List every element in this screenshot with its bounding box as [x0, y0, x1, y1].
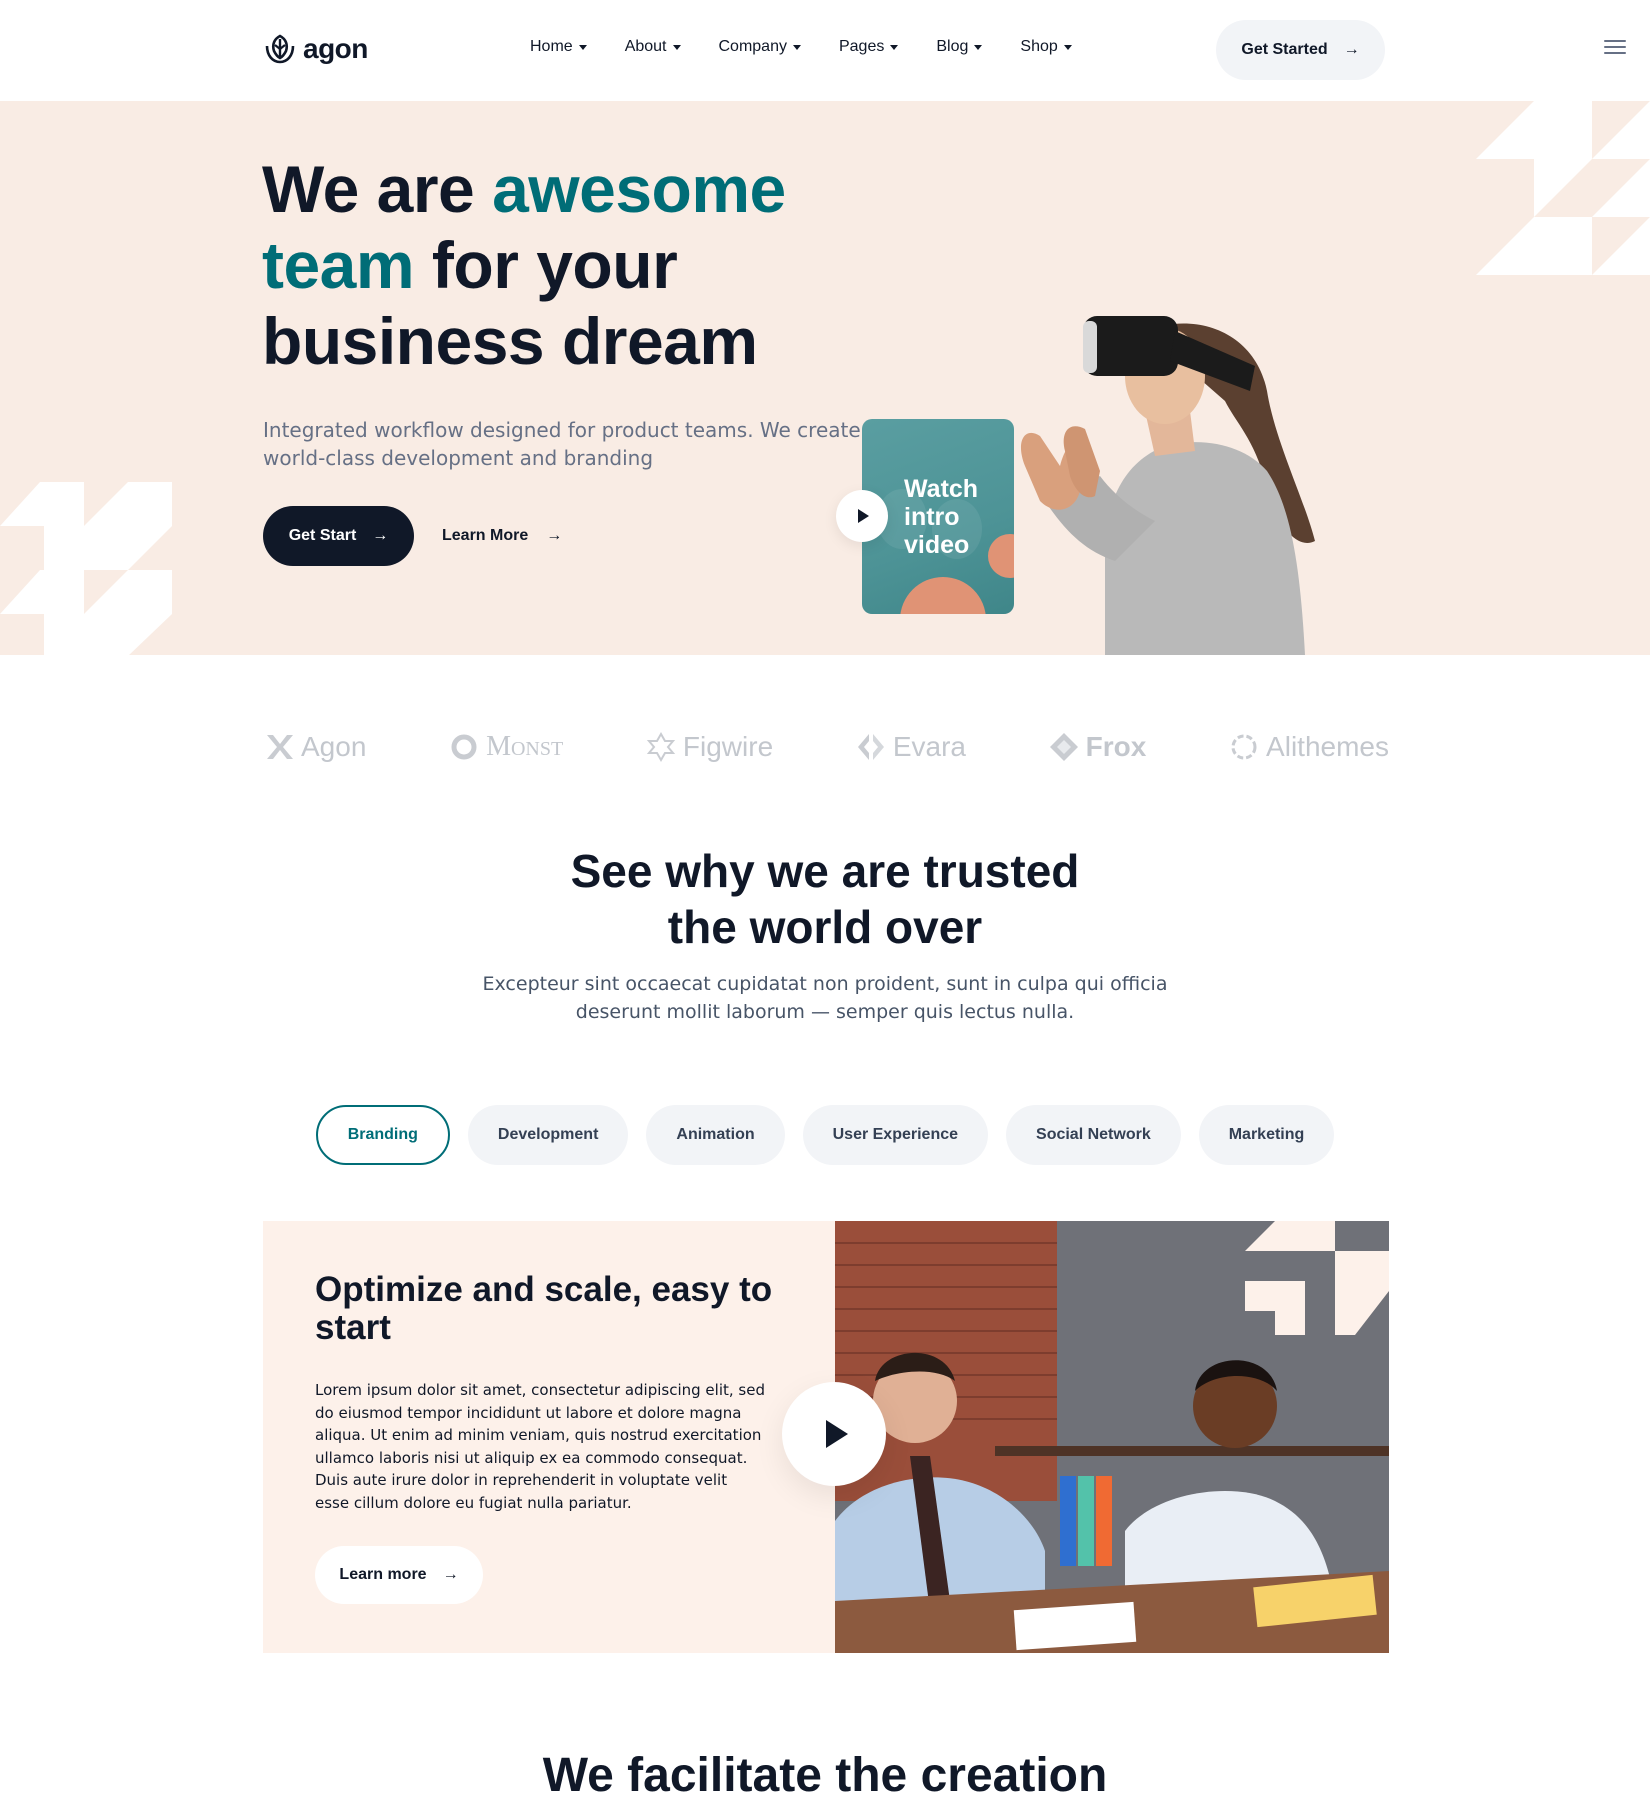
get-started-button[interactable]: Get Started → [1216, 20, 1385, 80]
hero-title: We are awesome team for your business dre… [262, 151, 902, 379]
brand-logo[interactable]: agon [263, 33, 368, 65]
main-nav: Home About Company Pages Blog Shop [530, 38, 1110, 56]
button-label: Get Start [288, 527, 357, 544]
logo-name: Alithemes [1266, 731, 1389, 762]
nav-home[interactable]: Home [530, 38, 587, 56]
tab-development[interactable]: Development [467, 1105, 629, 1165]
nav-shop[interactable]: Shop [1020, 38, 1072, 56]
nav-label: Home [530, 38, 573, 55]
tab-label: Animation [676, 1126, 755, 1143]
subtitle-line: Excepteur sint occaecat cupidatat non pr… [482, 973, 1168, 995]
brand-name: agon [303, 33, 368, 64]
link-label: Learn More [442, 527, 529, 544]
tab-label: Development [497, 1126, 599, 1143]
button-label: Get Started [1241, 41, 1328, 58]
tab-label: User Experience [832, 1126, 959, 1143]
coral-circle-decoration [900, 577, 986, 614]
x-logo-icon [267, 735, 293, 759]
next-section-title: We facilitate the creation [542, 1749, 1108, 1800]
leaf-logo-icon [265, 34, 295, 64]
feature-title: Optimize and scale, easy to start [315, 1270, 773, 1347]
tab-label: Social Network [1036, 1126, 1151, 1143]
logo-frox: Frox [1048, 731, 1147, 763]
office-team-photo [835, 1221, 1389, 1653]
trusted-section-title: See why we are trusted the world over [0, 843, 1650, 955]
title-line: See why we are trusted [570, 845, 1080, 897]
service-tabs: Branding Development Animation User Expe… [0, 1105, 1650, 1165]
logo-name: Monst [486, 731, 564, 762]
logo-name: Figwire [682, 731, 774, 762]
logo-name: Evara [892, 731, 966, 762]
get-start-button[interactable]: Get Start → [263, 506, 414, 566]
decorative-shapes-left [0, 482, 172, 655]
logo-agon: Agon [263, 731, 366, 763]
logo-alithemes: Alithemes [1228, 731, 1389, 763]
nav-pages[interactable]: Pages [838, 38, 899, 56]
feature-description: Lorem ipsum dolor sit amet, consectetur … [315, 1381, 765, 1512]
arrow-right-icon: → [372, 527, 389, 544]
nav-label: Shop [1020, 38, 1058, 55]
tab-label: Branding [347, 1126, 418, 1143]
title-accent: team [262, 228, 415, 302]
partner-logos: Agon Monst Figwire Evara Frox Alithemes [263, 722, 1389, 772]
tab-user-experience[interactable]: User Experience [802, 1105, 989, 1165]
tab-social-network[interactable]: Social Network [1006, 1105, 1181, 1165]
ring-logo-icon [451, 734, 477, 760]
hamburger-menu-icon[interactable] [1604, 40, 1626, 54]
site-header: agon Home About Company Pages Blog Shop … [0, 0, 1650, 101]
button-label: Learn more [339, 1566, 427, 1583]
trusted-section-subtitle: Excepteur sint occaecat cupidatat non pr… [0, 970, 1650, 1026]
hero-subtitle: Integrated workflow designed for product… [263, 418, 861, 470]
arrow-right-icon: → [1343, 41, 1360, 58]
swirl-logo-icon [1231, 734, 1257, 760]
play-video-button[interactable] [782, 1382, 886, 1486]
nav-label: Pages [838, 38, 885, 55]
nav-company[interactable]: Company [719, 38, 801, 56]
title-accent: awesome [492, 152, 786, 226]
nav-label: About [624, 38, 667, 55]
logo-figwire: Figwire [645, 731, 773, 763]
play-icon [858, 509, 869, 523]
logo-name: Frox [1085, 731, 1147, 762]
nav-label: Blog [936, 38, 969, 55]
arrow-right-icon: → [442, 1566, 459, 1583]
title-line: the world over [667, 901, 983, 953]
learn-more-button[interactable]: Learn more → [315, 1546, 483, 1604]
star-logo-icon [646, 731, 676, 763]
learn-more-link[interactable]: Learn More → [442, 506, 562, 566]
hero-section: We are awesome team for your business dre… [0, 101, 1650, 655]
diamond-logo-icon [1049, 733, 1078, 761]
hero-vr-woman-image [1020, 316, 1315, 655]
play-icon [826, 1420, 848, 1448]
arrow-right-icon: → [546, 527, 563, 544]
nav-blog[interactable]: Blog [936, 38, 983, 56]
caret-down-icon [1063, 44, 1072, 50]
tab-animation[interactable]: Animation [646, 1105, 785, 1165]
caret-down-icon [578, 44, 587, 50]
chevrons-logo-icon [857, 734, 884, 760]
title-text: We are [262, 152, 493, 226]
logo-name: Agon [301, 731, 367, 762]
nav-label: Company [718, 38, 787, 55]
play-video-button[interactable] [836, 490, 888, 542]
video-card-text: Watch intro video [904, 475, 979, 559]
nav-about[interactable]: About [625, 38, 681, 56]
tab-marketing[interactable]: Marketing [1198, 1105, 1335, 1165]
caret-down-icon [672, 44, 681, 50]
tab-branding[interactable]: Branding [315, 1105, 450, 1165]
logo-monst: Monst [448, 731, 563, 763]
logo-evara: Evara [855, 731, 966, 763]
caret-down-icon [890, 44, 899, 50]
caret-down-icon [974, 44, 983, 50]
decorative-shapes-top-right [1476, 101, 1650, 275]
subtitle-line: deserunt mollit laborum — semper quis le… [575, 1001, 1075, 1023]
caret-down-icon [792, 44, 801, 50]
tab-label: Marketing [1228, 1126, 1305, 1143]
